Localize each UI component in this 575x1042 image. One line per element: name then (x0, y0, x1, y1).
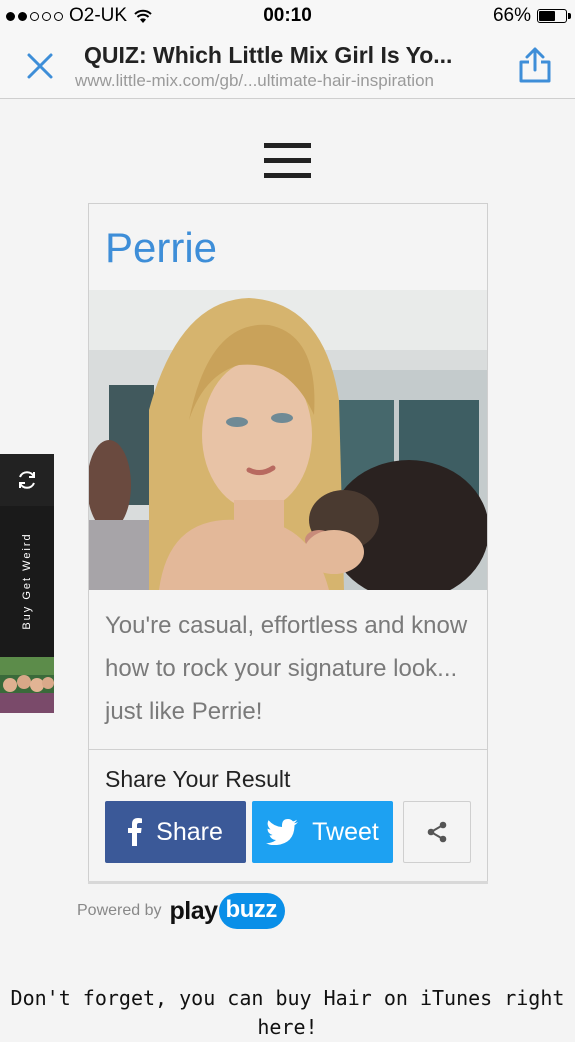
divider (89, 749, 487, 750)
close-button[interactable] (24, 50, 56, 82)
quiz-result-card: Perrie You're casual, effortless and kno (88, 203, 488, 884)
share-result-heading: Share Your Result (105, 766, 291, 792)
playbuzz-logo-play: play (169, 896, 219, 925)
footer-text: Don't forget, you can buy Hair on iTunes… (10, 986, 565, 1039)
powered-by-playbuzz[interactable]: Powered by play buzz (77, 890, 285, 932)
page-title: QUIZ: Which Little Mix Girl Is Yo... (84, 42, 453, 68)
twitter-bird-icon (266, 819, 299, 845)
more-share-button[interactable] (403, 801, 471, 863)
card-bottom-border (88, 881, 488, 884)
side-promo-widget: Buy Get Weird (0, 454, 54, 713)
result-photo (89, 290, 487, 590)
playbuzz-logo-buzz: buzz (218, 893, 285, 929)
twitter-tweet-label: Tweet (312, 817, 379, 846)
browser-header: QUIZ: Which Little Mix Girl Is Yo... www… (0, 32, 575, 99)
result-title: Perrie (105, 224, 218, 271)
close-icon (27, 53, 53, 79)
album-thumbnail[interactable] (0, 657, 54, 713)
share-nodes-icon (427, 821, 447, 843)
battery-status: 66% (492, 5, 571, 27)
share-button[interactable] (517, 46, 553, 84)
side-widget-label[interactable]: Buy Get Weird (21, 532, 33, 629)
battery-percent: 66% (492, 5, 531, 26)
battery-fill (539, 11, 555, 21)
result-description: You're casual, effortless and know how t… (105, 612, 468, 725)
refresh-icon (19, 471, 35, 489)
status-bar: O2-UK 00:10 66% (0, 0, 575, 32)
clock: 00:10 (263, 5, 312, 26)
battery-icon (537, 9, 571, 23)
facebook-share-button[interactable]: Share (105, 801, 246, 863)
refresh-button[interactable] (0, 454, 54, 506)
hamburger-menu-icon[interactable] (264, 143, 311, 178)
share-icon (519, 47, 551, 83)
page-url[interactable]: www.little-mix.com/gb/...ultimate-hair-i… (75, 71, 505, 91)
facebook-icon (128, 818, 143, 846)
facebook-share-label: Share (156, 817, 223, 846)
twitter-tweet-button[interactable]: Tweet (252, 801, 393, 863)
powered-by-text: Powered by (77, 902, 162, 919)
photo-illustration (89, 290, 487, 590)
